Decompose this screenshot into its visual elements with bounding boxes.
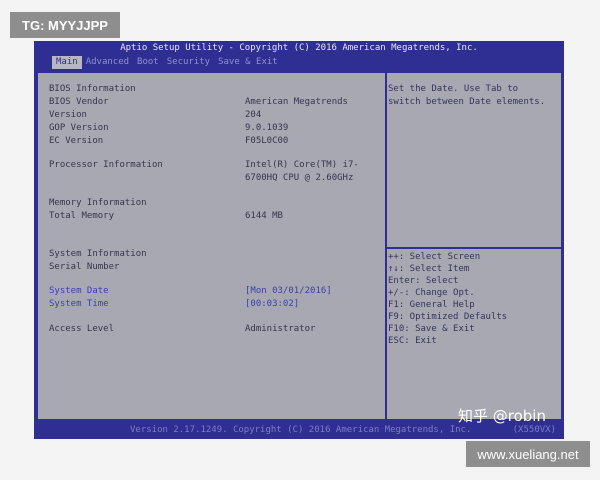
system-date-field[interactable]: [Mon 03/01/2016] — [245, 285, 332, 297]
key-help-general-help: F1: General Help — [388, 300, 475, 310]
zhihu-watermark: 知乎 @robin — [458, 407, 546, 425]
memory-info-header: Memory Information — [49, 198, 147, 208]
ec-version-value: F05L0C00 — [245, 136, 289, 146]
bios-title: Aptio Setup Utility - Copyright (C) 2016… — [120, 43, 478, 53]
tab-save-exit[interactable]: Save & Exit — [214, 56, 282, 69]
tab-main[interactable]: Main — [52, 56, 82, 69]
bios-vendor-value: American Megatrends — [245, 97, 348, 107]
system-time-field[interactable]: [00:03:02] — [245, 298, 299, 310]
bios-vendor-label: BIOS Vendor — [49, 97, 109, 107]
system-info-header: System Information — [49, 249, 147, 259]
key-help-save-exit: F10: Save & Exit — [388, 324, 475, 334]
watermark-bottom: www.xueliang.net — [466, 441, 590, 467]
bios-screen: Aptio Setup Utility - Copyright (C) 2016… — [34, 41, 564, 439]
processor-value-line2: 6700HQ CPU @ 2.60GHz — [245, 173, 354, 183]
system-date-label[interactable]: System Date — [49, 285, 109, 297]
tab-security[interactable]: Security — [163, 56, 214, 69]
processor-value-line1: Intel(R) Core(TM) i7- — [245, 160, 359, 170]
main-panel: BIOS Information BIOS Vendor American Me… — [38, 73, 561, 419]
system-time-label[interactable]: System Time — [49, 298, 109, 310]
tab-boot[interactable]: Boot — [133, 56, 163, 69]
menu-bar: Main Advanced Boot Security Save & Exit — [34, 56, 564, 69]
help-divider — [387, 247, 561, 249]
screenshot-page: TG: MYYJJPP Aptio Setup Utility - Copyri… — [0, 0, 600, 480]
key-help-select-screen: ++: Select Screen — [388, 252, 481, 262]
version-value: 204 — [245, 110, 262, 120]
total-memory-value: 6144 MB — [245, 211, 283, 221]
processor-info-label: Processor Information — [49, 160, 163, 170]
help-text-line2: switch between Date elements. — [388, 97, 546, 107]
access-level-value: Administrator — [245, 324, 316, 334]
key-help-enter: Enter: Select — [388, 276, 459, 286]
key-help-change-opt: +/-: Change Opt. — [388, 288, 475, 298]
watermark-top: TG: MYYJJPP — [10, 12, 120, 38]
tab-advanced[interactable]: Advanced — [82, 56, 133, 69]
total-memory-label: Total Memory — [49, 211, 115, 221]
help-text-line1: Set the Date. Use Tab to — [388, 84, 519, 94]
serial-number-label: Serial Number — [49, 262, 120, 272]
key-help-esc-exit: ESC: Exit — [388, 336, 437, 346]
version-label: Version — [49, 110, 87, 120]
access-level-label: Access Level — [49, 324, 115, 334]
bios-info-header: BIOS Information — [49, 84, 136, 94]
key-help-optimized-defaults: F9: Optimized Defaults — [388, 312, 508, 322]
ec-version-label: EC Version — [49, 136, 104, 146]
footer-version: Version 2.17.1249. Copyright (C) 2016 Am… — [130, 425, 472, 435]
gop-version-label: GOP Version — [49, 123, 109, 133]
panel-divider — [385, 73, 387, 419]
gop-version-value: 9.0.1039 — [245, 123, 289, 133]
key-help-select-item: ↑↓: Select Item — [388, 264, 470, 274]
